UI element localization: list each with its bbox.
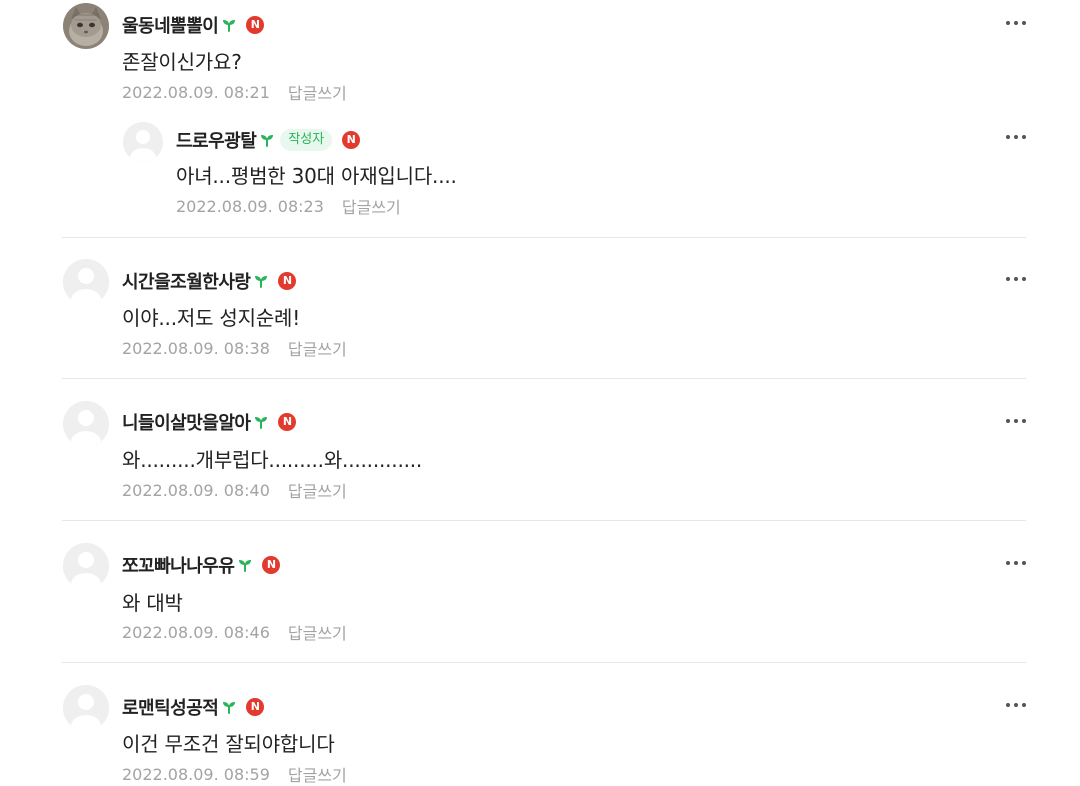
avatar[interactable] — [63, 543, 109, 589]
comment-date: 2022.08.09. 08:59 — [122, 764, 270, 784]
more-options-icon[interactable] — [1002, 553, 1030, 573]
avatar[interactable] — [63, 259, 109, 305]
nickname[interactable]: 쪼꼬빠나나우유 — [122, 552, 235, 578]
more-options-icon[interactable] — [1002, 13, 1030, 33]
default-profile-icon — [63, 401, 109, 447]
comment-text: 이야...저도 성지순례! — [122, 306, 301, 330]
naver-n-icon: N — [246, 698, 265, 716]
sprout-icon — [238, 558, 252, 572]
nickname[interactable]: 시간을조월한사랑 — [122, 268, 251, 294]
sprout-icon — [222, 700, 236, 714]
sprout-icon — [260, 133, 274, 147]
reply-button[interactable]: 답글쓰기 — [288, 478, 347, 502]
comment-header: 쪼꼬빠나나우유 N — [122, 552, 281, 578]
comment-text: 와.........개부럽다.........와............. — [122, 448, 423, 472]
default-profile-icon — [123, 122, 163, 162]
reply-button[interactable]: 답글쓰기 — [288, 762, 347, 786]
nickname[interactable]: 드로우광탈 — [176, 127, 257, 153]
comment-date: 2022.08.09. 08:46 — [122, 622, 270, 642]
naver-n-icon: N — [278, 413, 297, 431]
more-options-icon[interactable] — [1002, 127, 1030, 147]
comment-date: 2022.08.09. 08:21 — [122, 82, 270, 102]
default-profile-icon — [63, 543, 109, 589]
sprout-icon — [222, 18, 236, 32]
cat-avatar-image — [63, 3, 109, 49]
comment-text: 아녀...평범한 30대 아재입니다.... — [176, 164, 457, 188]
comment-meta: 2022.08.09. 08:23 답글쓰기 — [176, 194, 401, 218]
comment-item: 시간을조월한사랑 N 이야...저도 성지순례! 2022.08.09. 08:… — [0, 256, 1080, 366]
naver-n-icon: N — [342, 131, 361, 149]
reply-button[interactable]: 답글쓰기 — [288, 80, 347, 104]
reply-button[interactable]: 답글쓰기 — [288, 620, 347, 644]
avatar[interactable] — [123, 122, 163, 162]
avatar[interactable] — [63, 685, 109, 731]
comment-item: 울동네뽈뽈이 N 존잘이신가요? 2022.08.09. 08:21 답글쓰기 — [0, 0, 1080, 110]
comment-text: 이건 무조건 잘되야합니다 — [122, 732, 335, 756]
nickname[interactable]: 로맨틱성공적 — [122, 694, 219, 720]
more-options-icon[interactable] — [1002, 695, 1030, 715]
sprout-icon — [254, 415, 268, 429]
comment-header: 니들이살맛을알아 N — [122, 409, 297, 435]
comment-date: 2022.08.09. 08:40 — [122, 480, 270, 500]
more-options-icon[interactable] — [1002, 269, 1030, 289]
default-profile-icon — [63, 685, 109, 731]
sprout-icon — [254, 274, 268, 288]
comment-meta: 2022.08.09. 08:21 답글쓰기 — [122, 80, 347, 104]
comment-header: 울동네뽈뽈이 N — [122, 12, 265, 38]
comment-meta: 2022.08.09. 08:59 답글쓰기 — [122, 762, 347, 786]
naver-n-icon: N — [262, 556, 281, 574]
comment-meta: 2022.08.09. 08:40 답글쓰기 — [122, 478, 347, 502]
comment-header: 로맨틱성공적 N — [122, 694, 265, 720]
comment-meta: 2022.08.09. 08:38 답글쓰기 — [122, 336, 347, 360]
naver-n-icon: N — [278, 272, 297, 290]
comment-date: 2022.08.09. 08:38 — [122, 338, 270, 358]
comment-item: 로맨틱성공적 N 이건 무조건 잘되야합니다 2022.08.09. 08:59… — [0, 682, 1080, 786]
avatar[interactable] — [63, 3, 109, 49]
reply-button[interactable]: 답글쓰기 — [288, 336, 347, 360]
naver-n-icon: N — [246, 16, 265, 34]
comment-item: 니들이살맛을알아 N 와.........개부럽다.........와.....… — [0, 398, 1080, 508]
comment-header: 시간을조월한사랑 N — [122, 268, 297, 294]
comment-text: 존잘이신가요? — [122, 50, 242, 74]
comment-item: 쪼꼬빠나나우유 N 와 대박 2022.08.09. 08:46 답글쓰기 — [0, 540, 1080, 650]
divider — [62, 378, 1026, 379]
reply-comment-item: 드로우광탈 작성자 N 아녀...평범한 30대 아재입니다.... 2022.… — [0, 118, 1080, 228]
divider — [62, 662, 1026, 663]
comment-header: 드로우광탈 작성자 N — [176, 127, 361, 153]
comment-date: 2022.08.09. 08:23 — [176, 196, 324, 216]
comment-text: 와 대박 — [122, 591, 183, 615]
default-profile-icon — [63, 259, 109, 305]
nickname[interactable]: 니들이살맛을알아 — [122, 409, 251, 435]
comment-meta: 2022.08.09. 08:46 답글쓰기 — [122, 620, 347, 644]
avatar[interactable] — [63, 401, 109, 447]
author-badge: 작성자 — [280, 129, 333, 151]
comment-list: 울동네뽈뽈이 N 존잘이신가요? 2022.08.09. 08:21 답글쓰기 … — [0, 0, 1080, 786]
nickname[interactable]: 울동네뽈뽈이 — [122, 12, 219, 38]
more-options-icon[interactable] — [1002, 411, 1030, 431]
divider — [62, 520, 1026, 521]
reply-button[interactable]: 답글쓰기 — [342, 194, 401, 218]
divider — [62, 237, 1026, 238]
